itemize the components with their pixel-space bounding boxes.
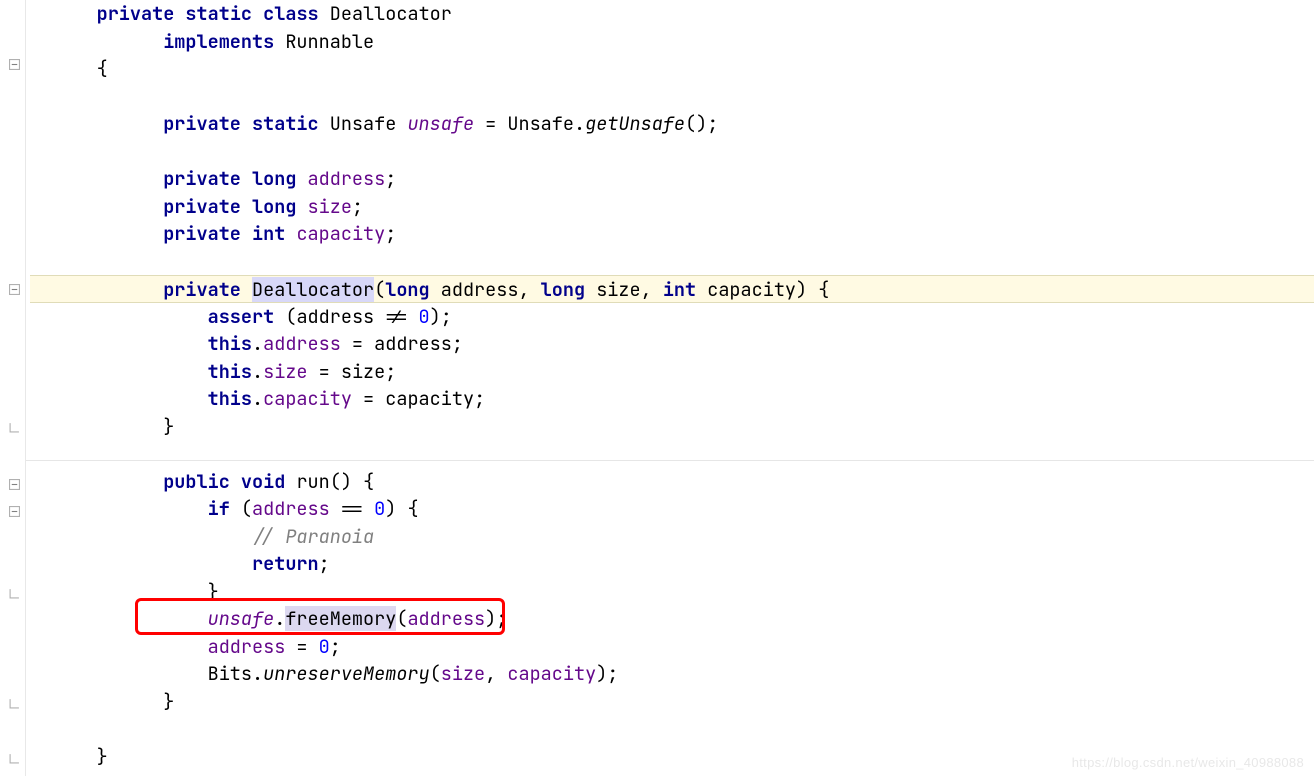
fold-minus-icon[interactable] — [8, 478, 20, 490]
code-line[interactable]: // Paranoia — [30, 523, 1314, 551]
code-line[interactable] — [30, 248, 1314, 276]
code-line[interactable]: } — [30, 413, 1314, 441]
code-line[interactable]: private long address; — [30, 165, 1314, 193]
fold-minus-icon[interactable] — [8, 505, 20, 517]
code-line[interactable]: private static class Deallocator — [30, 0, 1314, 28]
code-line[interactable]: } — [30, 688, 1314, 716]
field-capacity: capacity — [296, 221, 385, 246]
field-address: address — [308, 166, 386, 191]
method-run: run — [296, 469, 329, 494]
fold-minus-icon[interactable] — [8, 283, 20, 295]
code-line[interactable]: Bits.unreserveMemory(size, capacity); — [30, 660, 1314, 688]
code-line[interactable]: } — [30, 578, 1314, 606]
code-line[interactable]: return; — [30, 550, 1314, 578]
method-unreserveMemory: unreserveMemory — [263, 661, 430, 686]
selected-constructor: Deallocator — [252, 277, 374, 302]
code-line[interactable]: if (address == 0) { — [30, 495, 1314, 523]
code-line[interactable]: private long size; — [30, 193, 1314, 221]
keyword-implements: implements — [163, 29, 274, 54]
keyword-private: private — [97, 1, 175, 26]
keyword-static: static — [185, 1, 252, 26]
code-line[interactable]: private static Unsafe unsafe = Unsafe.ge… — [30, 110, 1314, 138]
comment-paranoia: // Paranoia — [252, 524, 374, 549]
fold-end-icon[interactable] — [8, 697, 20, 709]
code-line[interactable]: private int capacity; — [30, 220, 1314, 248]
code-line[interactable]: this.address = address; — [30, 330, 1314, 358]
code-line[interactable] — [30, 83, 1314, 111]
method-freeMemory: freeMemory — [285, 606, 396, 631]
code-line[interactable]: address = 0; — [30, 633, 1314, 661]
method-getUnsafe: getUnsafe — [585, 111, 685, 136]
code-line[interactable] — [30, 440, 1314, 468]
code-area[interactable]: private static class Deallocator impleme… — [26, 0, 1314, 776]
interface-name: Runnable — [285, 29, 374, 54]
fold-minus-icon[interactable] — [8, 58, 20, 70]
watermark-text: https://blog.csdn.net/weixin_40988088 — [1072, 755, 1304, 770]
field-size: size — [308, 194, 352, 219]
code-line[interactable]: public void run() { — [30, 468, 1314, 496]
code-line[interactable] — [30, 715, 1314, 743]
code-line[interactable]: this.capacity = capacity; — [30, 385, 1314, 413]
gutter — [0, 0, 26, 776]
code-line[interactable]: unsafe.freeMemory(address); — [30, 605, 1314, 633]
keyword-class: class — [263, 1, 319, 26]
code-line[interactable]: { — [30, 55, 1314, 83]
code-editor[interactable]: private static class Deallocator impleme… — [0, 0, 1314, 776]
fold-end-icon[interactable] — [8, 421, 20, 433]
fold-end-icon[interactable] — [8, 752, 20, 764]
code-line[interactable]: implements Runnable — [30, 28, 1314, 56]
class-name: Deallocator — [330, 1, 452, 26]
code-line[interactable]: assert (address != 0); — [30, 303, 1314, 331]
code-line-highlighted[interactable]: private Deallocator(long address, long s… — [30, 275, 1314, 303]
field-unsafe: unsafe — [407, 111, 474, 136]
code-line[interactable] — [30, 138, 1314, 166]
fold-end-icon[interactable] — [8, 587, 20, 599]
code-line[interactable]: this.size = size; — [30, 358, 1314, 386]
